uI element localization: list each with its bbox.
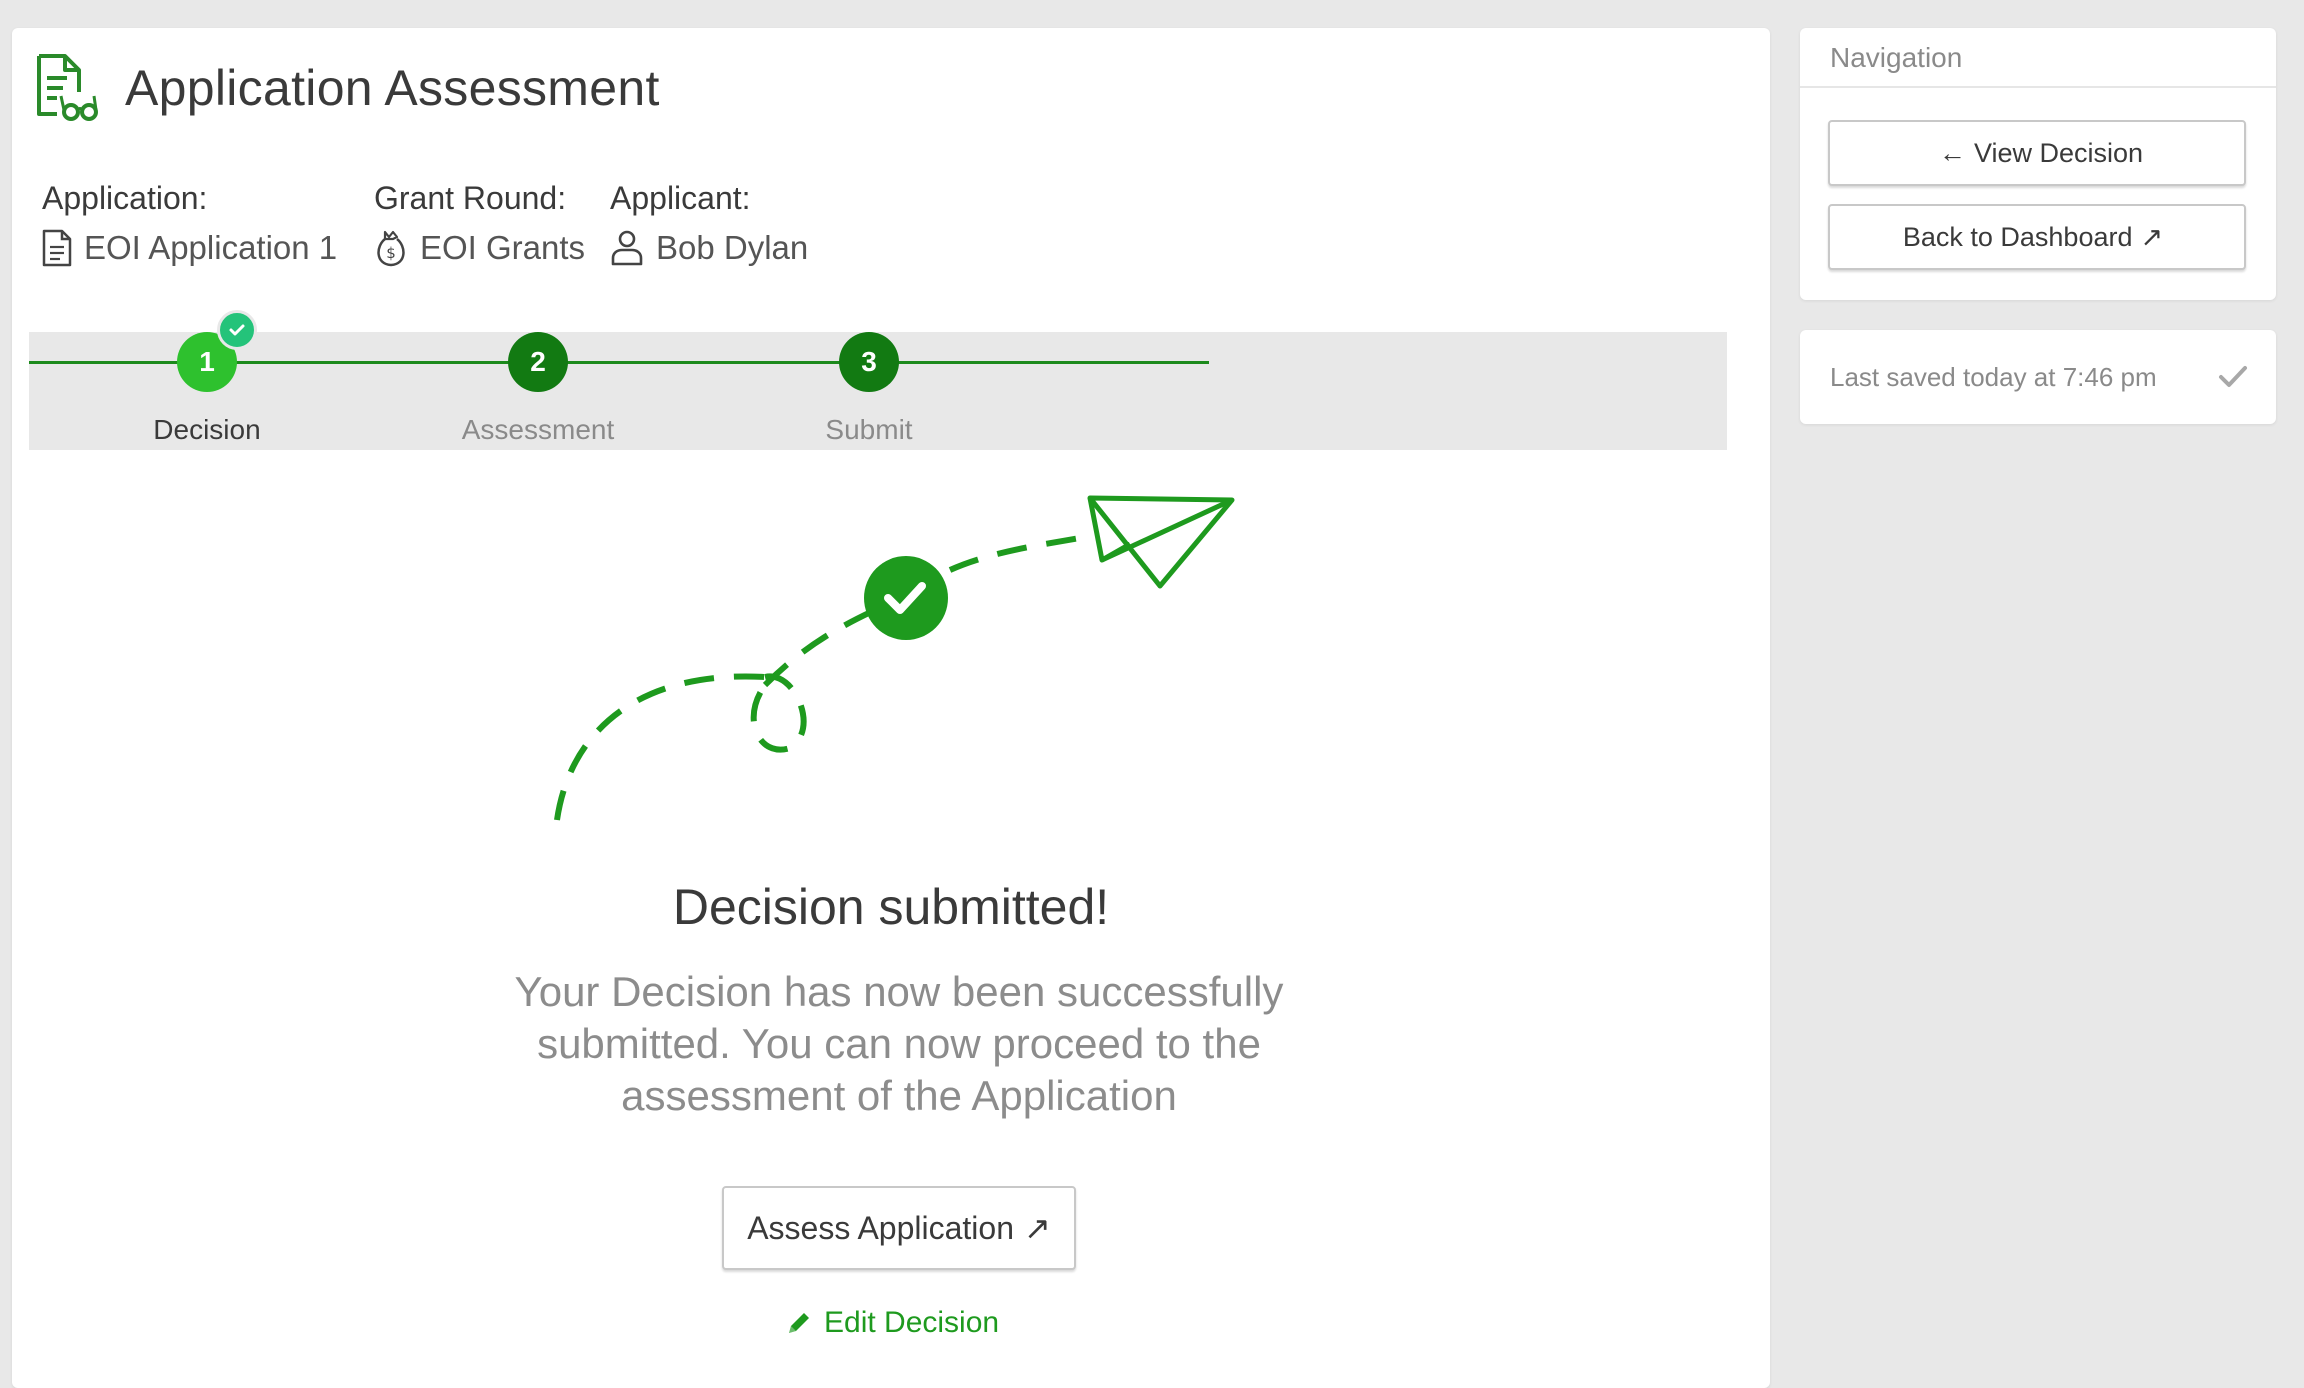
money-bag-icon: $: [377, 230, 405, 267]
application-label: Application:: [42, 180, 208, 216]
checkmark-icon: [2219, 366, 2247, 387]
step-1-label[interactable]: Decision: [87, 414, 327, 446]
external-arrow-icon: ↗: [1024, 1210, 1051, 1246]
last-saved-text: Last saved today at 7:46 pm: [1830, 361, 2157, 392]
progress-stepper: 1 Decision 2 Assessment 3 Submit: [29, 310, 1727, 450]
applicant-value: Bob Dylan: [610, 226, 808, 270]
applicant-label: Applicant:: [610, 180, 751, 216]
assess-application-button[interactable]: Assess Application ↗: [722, 1186, 1076, 1270]
meta-grant-round: Grant Round: $ EOI Grants: [374, 178, 585, 270]
document-icon: [42, 229, 72, 267]
svg-text:$: $: [386, 244, 396, 262]
step-3-label[interactable]: Submit: [749, 414, 989, 446]
arrow-left-icon: ←: [1938, 137, 1966, 168]
back-to-dashboard-label: Back to Dashboard: [1902, 221, 2133, 252]
edit-decision-label: Edit Decision: [824, 1306, 1000, 1339]
external-arrow-icon: ↗: [2140, 221, 2164, 252]
grant-round-label: Grant Round:: [374, 180, 567, 216]
paper-plane-illustration: [554, 495, 1235, 821]
navigation-title: Navigation: [1800, 28, 2276, 88]
back-to-dashboard-button[interactable]: Back to Dashboard ↗: [1828, 204, 2246, 270]
meta-application: Application: EOI Application 1: [42, 178, 337, 270]
step-3-circle[interactable]: 3: [839, 332, 899, 392]
grant-round-name: EOI Grants: [420, 229, 586, 266]
step-2-circle[interactable]: 2: [508, 332, 568, 392]
edit-decision-link[interactable]: Edit Decision: [786, 1306, 999, 1340]
application-value: EOI Application 1: [42, 226, 337, 270]
assess-application-label: Assess Application: [747, 1209, 1014, 1246]
page-header: Application Assessment: [29, 52, 660, 124]
page-title: Application Assessment: [125, 60, 660, 116]
paper-plane-icon: [1087, 495, 1235, 589]
step-complete-check-icon: [217, 310, 257, 350]
grant-round-value: $ EOI Grants: [374, 226, 585, 270]
view-decision-label: View Decision: [1973, 137, 2144, 168]
applicant-name: Bob Dylan: [656, 229, 809, 266]
save-status-card: Last saved today at 7:46 pm: [1800, 330, 2276, 424]
user-icon: [611, 230, 643, 266]
success-message: Your Decision has now been successfully …: [514, 968, 1284, 1119]
meta-applicant: Applicant: Bob Dylan: [610, 178, 808, 270]
success-title: Decision submitted!: [672, 879, 1110, 935]
view-decision-button[interactable]: ← View Decision: [1828, 120, 2246, 186]
application-name: EOI Application 1: [84, 229, 338, 266]
step-2-label[interactable]: Assessment: [418, 414, 658, 446]
pencil-icon: [789, 1313, 809, 1333]
navigation-card: Navigation ← View Decision Back to Dashb…: [1800, 28, 2276, 300]
application-document-glasses-icon: [37, 54, 98, 121]
